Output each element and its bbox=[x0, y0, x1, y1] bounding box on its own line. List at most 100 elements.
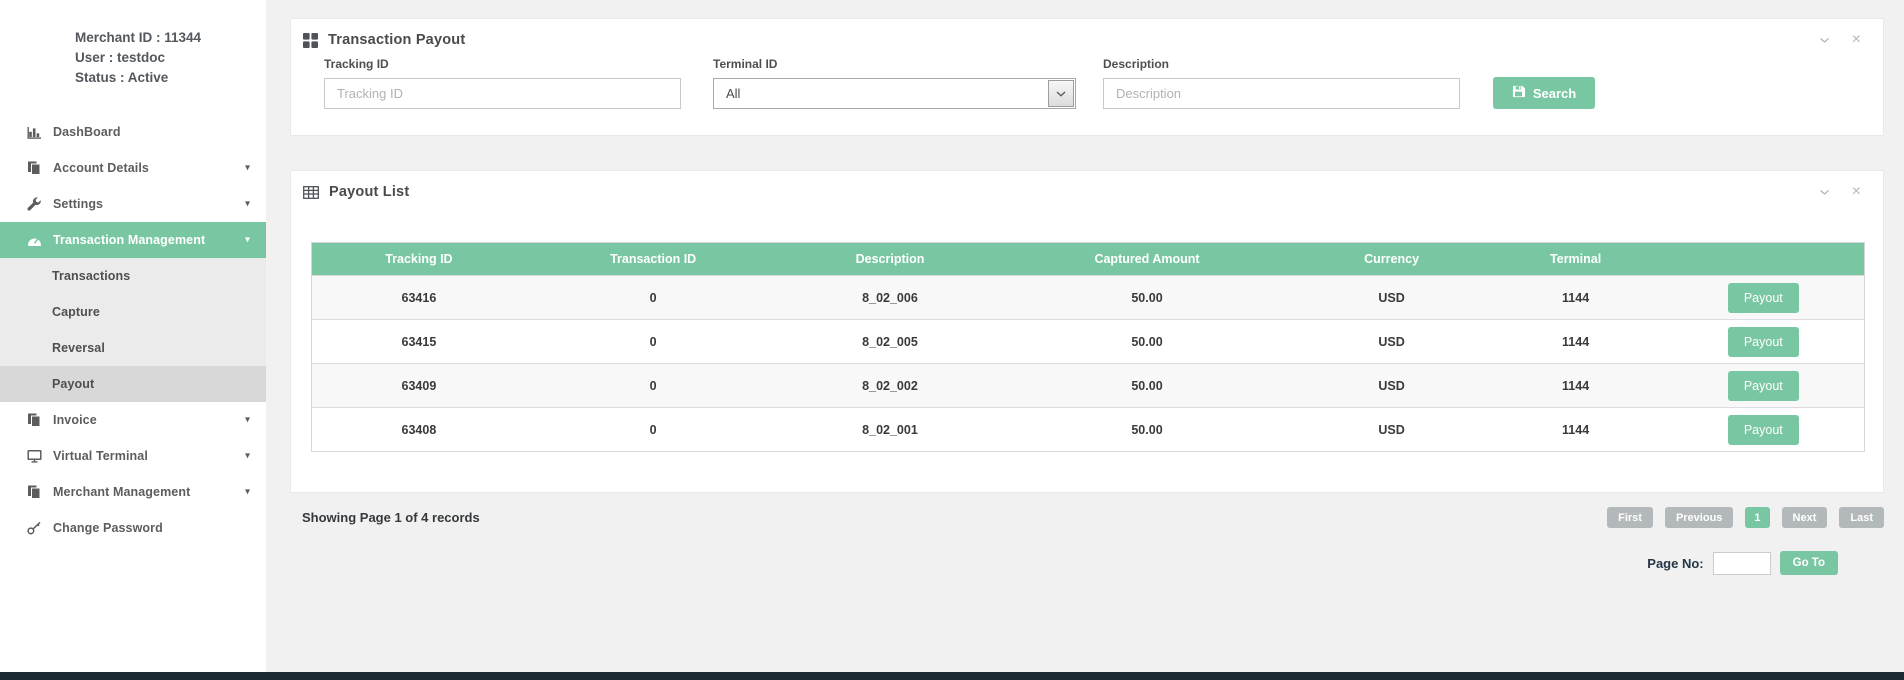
app-root: Merchant ID : 11344 User : testdoc Statu… bbox=[0, 0, 1904, 680]
sidebar-item-payout[interactable]: Payout bbox=[0, 366, 266, 402]
chevron-down-icon: ▾ bbox=[245, 199, 250, 210]
cell-captured-amount: 50.00 bbox=[999, 364, 1294, 408]
bottom-bar bbox=[0, 672, 1904, 680]
cell-currency: USD bbox=[1295, 364, 1489, 408]
cell-transaction-id: 0 bbox=[526, 276, 781, 320]
cell-transaction-id: 0 bbox=[526, 364, 781, 408]
table-row: 63408 0 8_02_001 50.00 USD 1144 Payout bbox=[312, 408, 1865, 452]
sidebar-item-transaction-management[interactable]: Transaction Management ▾ bbox=[0, 222, 266, 258]
bar-chart-icon bbox=[26, 125, 42, 140]
search-button-label: Search bbox=[1533, 86, 1576, 101]
tracking-id-input[interactable] bbox=[324, 78, 681, 109]
cell-description: 8_02_006 bbox=[781, 276, 1000, 320]
sidebar-item-label: Merchant Management bbox=[53, 485, 190, 499]
sidebar-item-virtual-terminal[interactable]: Virtual Terminal ▾ bbox=[0, 438, 266, 474]
transaction-payout-panel: Transaction Payout × Tracking ID Termina… bbox=[290, 18, 1884, 136]
collapse-icon[interactable] bbox=[1819, 37, 1830, 44]
description-label: Description bbox=[1103, 57, 1460, 71]
go-to-button[interactable]: Go To bbox=[1780, 551, 1838, 575]
column-header: Description bbox=[781, 243, 1000, 276]
column-header: Transaction ID bbox=[526, 243, 781, 276]
sidebar-item-settings[interactable]: Settings ▾ bbox=[0, 186, 266, 222]
next-page-button[interactable]: Next bbox=[1782, 507, 1828, 528]
first-page-button[interactable]: First bbox=[1607, 507, 1653, 528]
cell-terminal: 1144 bbox=[1489, 364, 1663, 408]
sidebar-item-merchant-management[interactable]: Merchant Management ▾ bbox=[0, 474, 266, 510]
cell-currency: USD bbox=[1295, 276, 1489, 320]
sidebar-item-transactions[interactable]: Transactions bbox=[0, 258, 266, 294]
table-row: 63415 0 8_02_005 50.00 USD 1144 Payout bbox=[312, 320, 1865, 364]
cell-tracking-id: 63416 bbox=[312, 276, 526, 320]
payout-list-panel: Payout List × Tracking ID Transaction ID bbox=[290, 170, 1884, 493]
main-content: Transaction Payout × Tracking ID Termina… bbox=[266, 0, 1904, 680]
column-header bbox=[1663, 243, 1865, 276]
cell-captured-amount: 50.00 bbox=[999, 276, 1294, 320]
column-header: Tracking ID bbox=[312, 243, 526, 276]
column-header: Captured Amount bbox=[999, 243, 1294, 276]
sidebar-item-capture[interactable]: Capture bbox=[0, 294, 266, 330]
close-icon[interactable]: × bbox=[1852, 184, 1861, 200]
sidebar: Merchant ID : 11344 User : testdoc Statu… bbox=[0, 0, 266, 680]
cell-transaction-id: 0 bbox=[526, 320, 781, 364]
payout-button[interactable]: Payout bbox=[1728, 327, 1799, 357]
page-no-label: Page No: bbox=[1647, 556, 1703, 571]
cell-currency: USD bbox=[1295, 320, 1489, 364]
sidebar-item-invoice[interactable]: Invoice ▾ bbox=[0, 402, 266, 438]
payout-button[interactable]: Payout bbox=[1728, 415, 1799, 445]
description-input[interactable] bbox=[1103, 78, 1460, 109]
panel-title: Payout List bbox=[329, 184, 409, 200]
cell-currency: USD bbox=[1295, 408, 1489, 452]
last-page-button[interactable]: Last bbox=[1839, 507, 1884, 528]
cell-terminal: 1144 bbox=[1489, 408, 1663, 452]
sidebar-item-account-details[interactable]: Account Details ▾ bbox=[0, 150, 266, 186]
chevron-down-icon: ▾ bbox=[245, 415, 250, 426]
current-page-button[interactable]: 1 bbox=[1745, 507, 1769, 528]
column-header: Terminal bbox=[1489, 243, 1663, 276]
sidebar-item-label: Invoice bbox=[53, 413, 97, 427]
monitor-icon bbox=[26, 449, 42, 464]
close-icon[interactable]: × bbox=[1852, 32, 1861, 48]
merchant-info: Merchant ID : 11344 User : testdoc Statu… bbox=[0, 28, 266, 88]
pagination: First Previous 1 Next Last bbox=[1607, 507, 1884, 528]
table-row: 63409 0 8_02_002 50.00 USD 1144 Payout bbox=[312, 364, 1865, 408]
sidebar-item-dashboard[interactable]: DashBoard bbox=[0, 114, 266, 150]
save-icon bbox=[1512, 85, 1525, 101]
sidebar-item-label: Payout bbox=[52, 377, 94, 391]
sidebar-item-label: Capture bbox=[52, 305, 100, 319]
merchant-user: User : testdoc bbox=[75, 48, 266, 68]
pages-icon bbox=[26, 413, 42, 428]
sidebar-item-change-password[interactable]: Change Password bbox=[0, 510, 266, 546]
transaction-management-submenu: Transactions Capture Reversal Payout bbox=[0, 258, 266, 402]
cell-description: 8_02_005 bbox=[781, 320, 1000, 364]
terminal-id-select[interactable]: All bbox=[713, 78, 1076, 109]
sidebar-item-label: Transactions bbox=[52, 269, 130, 283]
cell-captured-amount: 50.00 bbox=[999, 320, 1294, 364]
sidebar-item-reversal[interactable]: Reversal bbox=[0, 330, 266, 366]
chevron-down-icon: ▾ bbox=[245, 235, 250, 246]
chevron-down-icon: ▾ bbox=[245, 451, 250, 462]
previous-page-button[interactable]: Previous bbox=[1665, 507, 1733, 528]
sidebar-item-label: Settings bbox=[53, 197, 103, 211]
collapse-icon[interactable] bbox=[1819, 189, 1830, 196]
cell-captured-amount: 50.00 bbox=[999, 408, 1294, 452]
gauge-icon bbox=[26, 233, 42, 248]
payout-button[interactable]: Payout bbox=[1728, 283, 1799, 313]
wrench-icon bbox=[26, 197, 42, 212]
sidebar-item-label: DashBoard bbox=[53, 125, 121, 139]
pages-icon bbox=[26, 161, 42, 176]
search-button[interactable]: Search bbox=[1493, 77, 1595, 109]
pages-icon bbox=[26, 485, 42, 500]
panel-title: Transaction Payout bbox=[328, 32, 465, 48]
cell-tracking-id: 63408 bbox=[312, 408, 526, 452]
payout-button[interactable]: Payout bbox=[1728, 371, 1799, 401]
cell-description: 8_02_001 bbox=[781, 408, 1000, 452]
sidebar-item-label: Virtual Terminal bbox=[53, 449, 148, 463]
cell-terminal: 1144 bbox=[1489, 276, 1663, 320]
th-large-icon bbox=[303, 33, 318, 48]
sidebar-item-label: Change Password bbox=[53, 521, 163, 535]
chevron-down-icon: ▾ bbox=[245, 163, 250, 174]
payout-list-header: Payout List × bbox=[291, 171, 1883, 200]
transaction-payout-header: Transaction Payout × bbox=[291, 19, 1883, 48]
page-no-input[interactable] bbox=[1713, 552, 1771, 575]
goto-page-row: Page No: Go To bbox=[290, 551, 1884, 575]
